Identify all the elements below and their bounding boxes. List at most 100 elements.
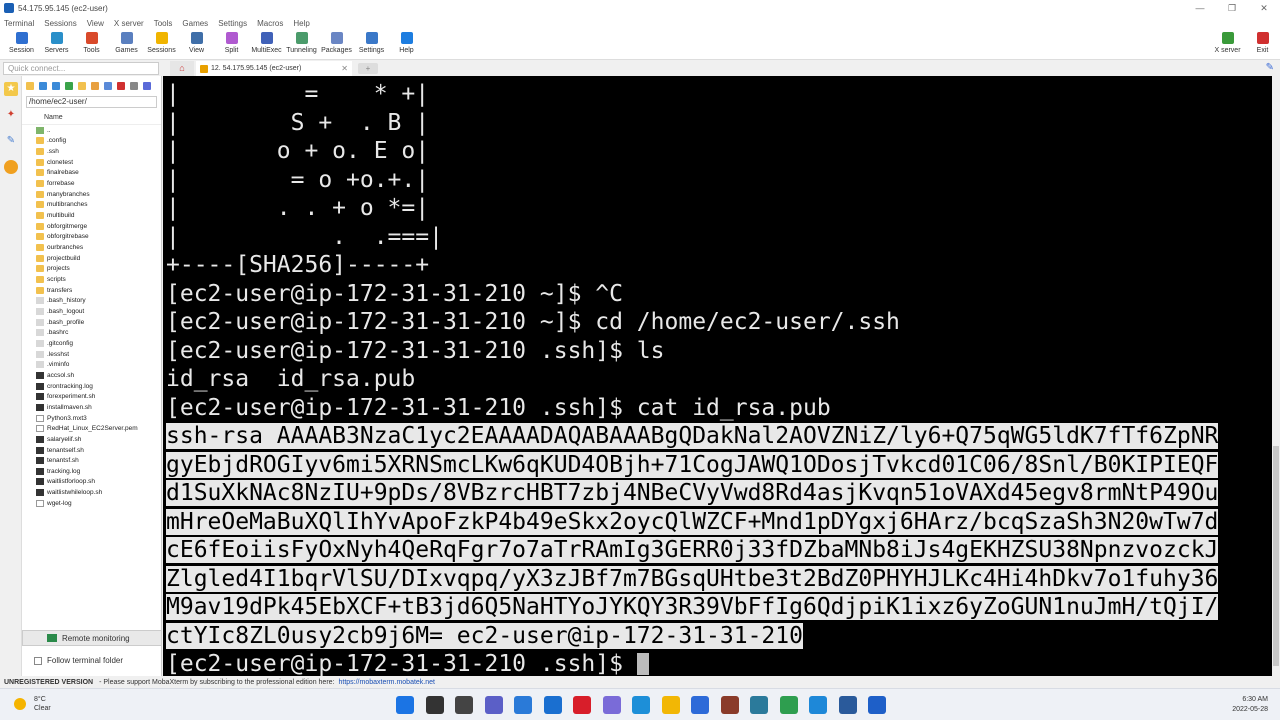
file-item[interactable]: .viminfo (22, 359, 161, 370)
menu-sessions[interactable]: Sessions (44, 19, 76, 28)
system-clock[interactable]: 6:30 AM 2022-05-28 (1232, 695, 1268, 715)
tab-close-icon[interactable]: ✕ (341, 64, 348, 73)
path-field[interactable]: /home/ec2-user/ (26, 96, 157, 108)
refresh-icon[interactable] (65, 82, 73, 90)
home-tab[interactable]: ⌂ (170, 61, 194, 76)
file-item[interactable]: salaryelif.sh (22, 434, 161, 445)
sync-icon[interactable] (143, 82, 151, 90)
menu-settings[interactable]: Settings (218, 19, 247, 28)
file-item[interactable]: .config (22, 136, 161, 147)
file-item[interactable]: tenantsf.sh (22, 455, 161, 466)
file-item[interactable]: clonetest (22, 157, 161, 168)
weather-widget[interactable]: 8°C Clear (14, 695, 51, 713)
download-icon[interactable] (39, 82, 47, 90)
toolbar-servers-button[interactable]: Servers (39, 30, 74, 54)
attachment-icon[interactable]: ✎ (1266, 62, 1274, 73)
file-item[interactable]: tracking.log (22, 466, 161, 477)
tools-icon[interactable]: ✦ (4, 108, 18, 122)
toolbar-tools-button[interactable]: Tools (74, 30, 109, 54)
chrome-icon[interactable] (779, 696, 798, 714)
file-item[interactable]: .. (22, 125, 161, 136)
menu-macros[interactable]: Macros (257, 19, 283, 28)
store-icon[interactable] (514, 696, 532, 714)
new-file-icon[interactable] (91, 82, 99, 90)
toolbar-exit-button[interactable]: Exit (1245, 30, 1280, 54)
file-item[interactable]: multibuild (22, 210, 161, 221)
sftp-icon[interactable] (4, 160, 18, 174)
file-item[interactable]: forrebase (22, 178, 161, 189)
file-item[interactable]: obforgitrebase (22, 232, 161, 243)
zoom-icon[interactable] (691, 696, 709, 714)
terminal-scrollbar[interactable] (1272, 76, 1280, 676)
file-item[interactable]: transfers (22, 285, 161, 296)
file-item[interactable]: .bashrc (22, 327, 161, 338)
settings-icon[interactable] (130, 82, 138, 90)
file-item[interactable]: .bash_logout (22, 306, 161, 317)
rename-icon[interactable] (104, 82, 112, 90)
file-item[interactable]: RedHat_Linux_EC2Server.pem (22, 423, 161, 434)
file-item[interactable]: projectbuild (22, 253, 161, 264)
chat-icon[interactable] (484, 696, 503, 714)
file-item[interactable]: wget-log (22, 498, 161, 509)
menu-tools[interactable]: Tools (154, 19, 173, 28)
star-icon[interactable]: ★ (4, 82, 18, 96)
file-item[interactable]: installmaven.sh (22, 402, 161, 413)
file-item[interactable]: crontracking.log (22, 381, 161, 392)
minimize-button[interactable]: — (1184, 0, 1216, 16)
menu-help[interactable]: Help (293, 19, 309, 28)
file-item[interactable]: projects (22, 264, 161, 275)
file-item[interactable]: manybranches (22, 189, 161, 200)
scrollbar-thumb[interactable] (1273, 446, 1279, 666)
file-item[interactable]: ourbranches (22, 242, 161, 253)
mobaxterm-icon[interactable] (720, 696, 739, 714)
maximize-button[interactable]: ❐ (1216, 0, 1248, 16)
name-column-header[interactable]: Name (22, 111, 161, 125)
follow-terminal-folder[interactable]: Follow terminal folder (34, 656, 123, 665)
file-item[interactable]: Python3.mxt3 (22, 413, 161, 424)
tab-session-12[interactable]: 12. 54.175.95.145 (ec2-user) ✕ (196, 61, 352, 76)
new-tab-button[interactable]: + (358, 63, 378, 74)
folder-icon[interactable] (661, 696, 680, 714)
macros-icon[interactable]: ✎ (4, 134, 18, 148)
file-item[interactable]: .ssh (22, 146, 161, 157)
toolbar-multiexec-button[interactable]: MultiExec (249, 30, 284, 54)
upload-icon[interactable] (52, 82, 60, 90)
toolbar-session-button[interactable]: Session (4, 30, 39, 54)
file-item[interactable]: finalrebase (22, 168, 161, 179)
toolbar-split-button[interactable]: Split (214, 30, 249, 54)
follow-terminal-checkbox[interactable] (34, 656, 42, 665)
menu-view[interactable]: View (87, 19, 104, 28)
file-item[interactable]: tenantself.sh (22, 445, 161, 456)
menu-x-server[interactable]: X server (114, 19, 144, 28)
file-item[interactable]: obforgitmerge (22, 221, 161, 232)
search-icon[interactable] (425, 696, 444, 714)
file-item[interactable]: .gitconfig (22, 338, 161, 349)
windows-start-icon[interactable] (396, 696, 414, 714)
opera-icon[interactable] (573, 696, 591, 714)
file-item[interactable]: scripts (22, 274, 161, 285)
toolbar-view-button[interactable]: View (179, 30, 214, 54)
toolbar-games-button[interactable]: Games (109, 30, 144, 54)
file-explorer-icon[interactable] (455, 696, 473, 714)
file-item[interactable]: waitlistforloop.sh (22, 477, 161, 488)
photos-icon[interactable] (838, 696, 857, 714)
quick-connect-input[interactable]: Quick connect... (3, 62, 159, 75)
remote-monitoring-button[interactable]: Remote monitoring (22, 630, 162, 646)
menu-terminal[interactable]: Terminal (4, 19, 34, 28)
toolbar-tunneling-button[interactable]: Tunneling (284, 30, 319, 54)
file-item[interactable]: .bash_profile (22, 317, 161, 328)
file-item[interactable]: .bash_history (22, 296, 161, 307)
vscode-icon[interactable] (809, 696, 827, 714)
new-folder-icon[interactable] (78, 82, 86, 90)
mobatek-link[interactable]: https://mobaxterm.mobatek.net (338, 679, 435, 686)
file-item[interactable]: waitlistwhileloop.sh (22, 487, 161, 498)
mail-icon[interactable] (543, 696, 562, 714)
delete-icon[interactable] (117, 82, 125, 90)
toolbar-help-button[interactable]: Help (389, 30, 424, 54)
parent-folder-icon[interactable] (26, 82, 34, 90)
file-item[interactable]: .lesshst (22, 349, 161, 360)
toolbar-packages-button[interactable]: Packages (319, 30, 354, 54)
app-icon[interactable] (602, 696, 621, 714)
camera-icon[interactable] (868, 696, 886, 714)
file-item[interactable]: accsol.sh (22, 370, 161, 381)
